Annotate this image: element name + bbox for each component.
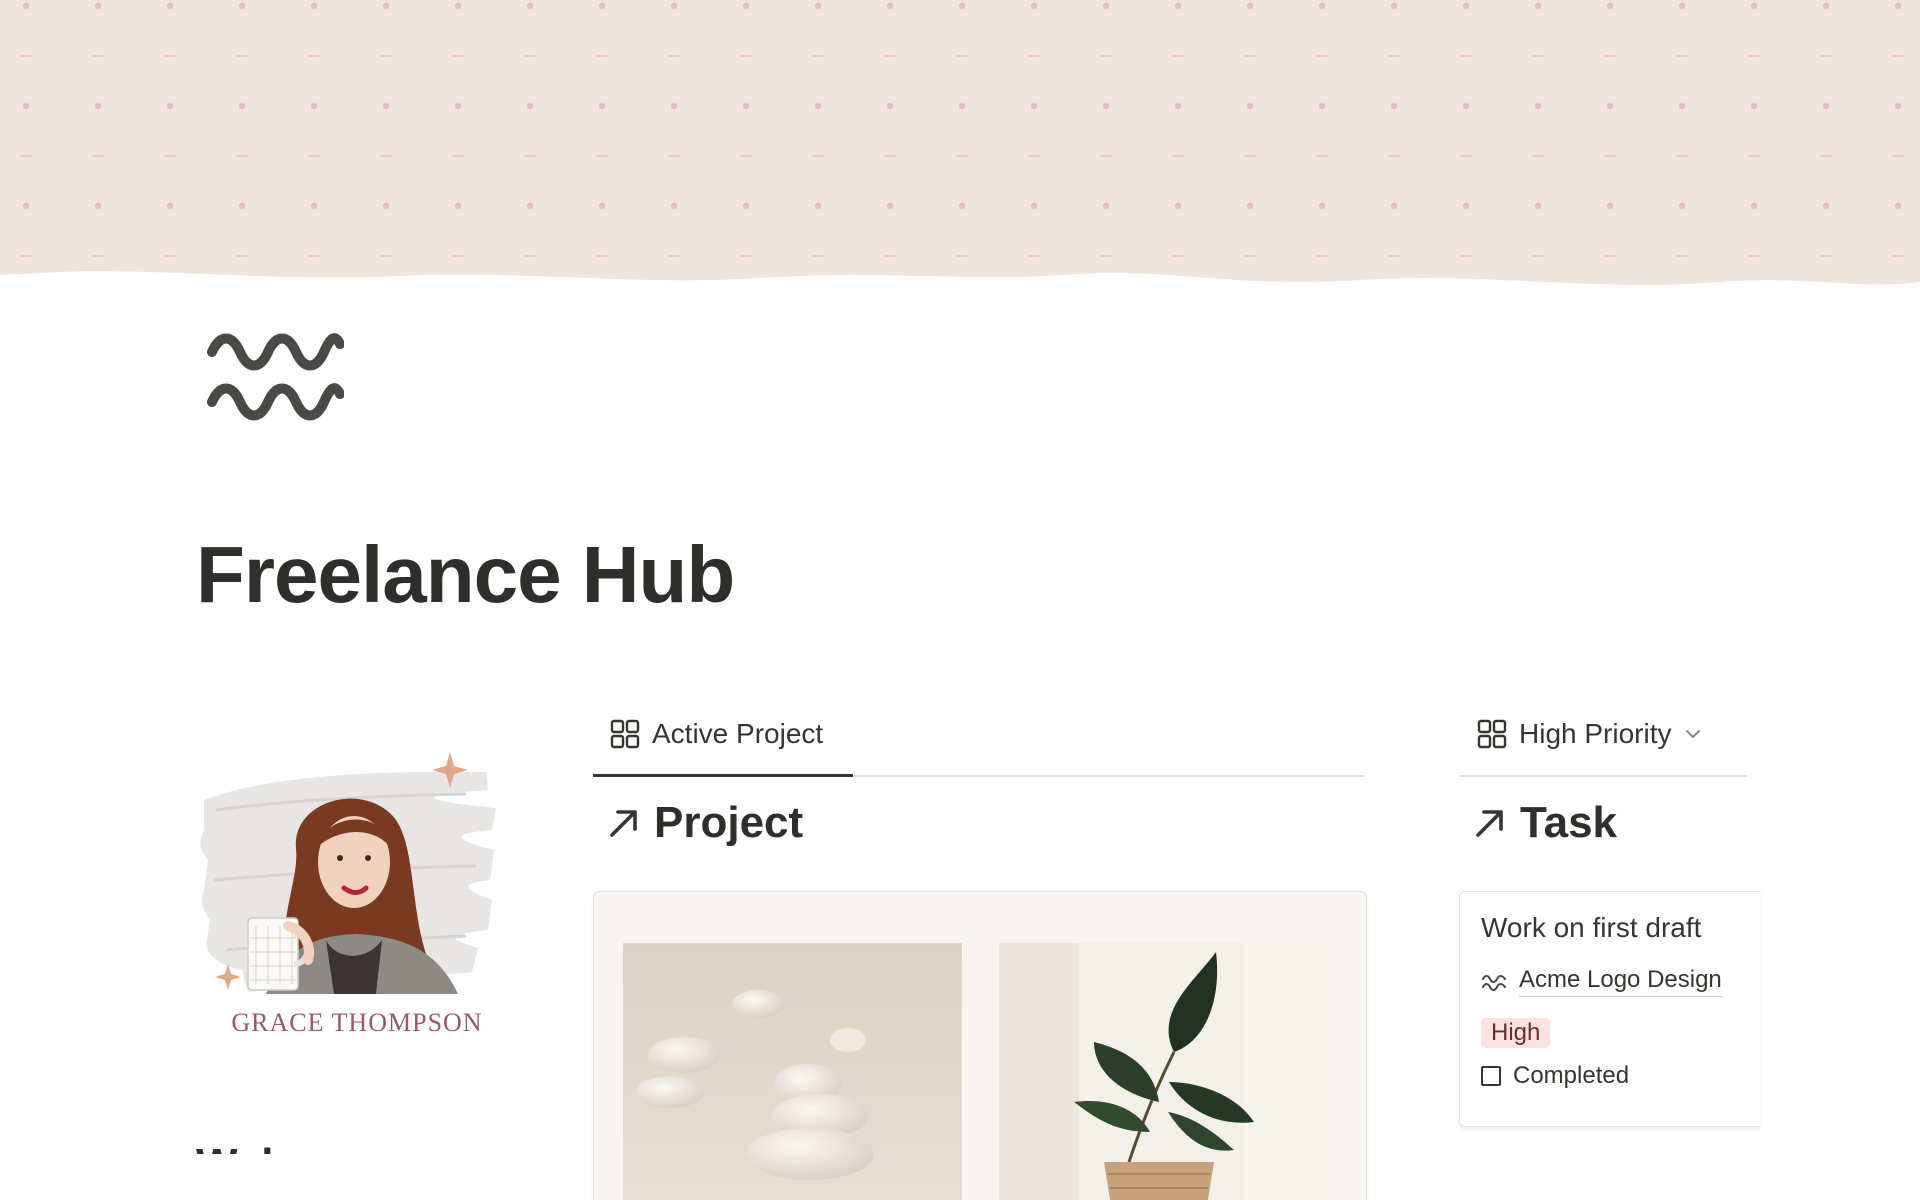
gallery-grid-icon — [1477, 719, 1507, 749]
double-wave-icon — [1482, 974, 1506, 991]
task-card[interactable]: Work on first draft Acme Logo Design Hig… — [1459, 891, 1760, 1127]
tab-label: High Priority — [1519, 718, 1672, 749]
tab-high-priority[interactable]: High Priority — [1477, 718, 1703, 750]
task-heading-label: Task — [1520, 798, 1618, 847]
project-heading[interactable]: Project — [606, 798, 803, 848]
gallery-grid-icon — [610, 719, 640, 749]
chevron-down-icon[interactable] — [1683, 724, 1703, 744]
project-cover-image — [623, 943, 1338, 1200]
arrow-up-right-icon — [1476, 810, 1503, 837]
completed-checkbox-row[interactable]: Completed — [1481, 1062, 1629, 1090]
tab-active-project[interactable]: Active Project — [610, 718, 823, 750]
tab-bar-divider — [1459, 775, 1747, 777]
profile-name: GRACE THOMPSON — [231, 1008, 483, 1037]
priority-tag: High — [1481, 1018, 1551, 1048]
profile-image: GRACE THOMPSON — [196, 750, 506, 1050]
arrow-up-right-icon — [610, 810, 637, 837]
active-tab-indicator — [593, 774, 853, 777]
task-project-relation[interactable]: Acme Logo Design — [1481, 966, 1722, 997]
page-cover[interactable] — [0, 0, 1920, 300]
task-heading[interactable]: Task — [1472, 798, 1617, 848]
completed-checkbox[interactable] — [1481, 1066, 1501, 1086]
double-wave-icon[interactable] — [206, 322, 345, 422]
welcome-heading-peek: Welcome — [196, 1140, 388, 1154]
completed-label: Completed — [1513, 1062, 1630, 1089]
task-title: Work on first draft — [1481, 912, 1702, 943]
notion-page: Freelance Hub GRACE THOMPSON Active Proj… — [0, 0, 1920, 1200]
project-heading-label: Project — [654, 798, 804, 847]
tab-label: Active Project — [652, 718, 824, 749]
project-gallery-card[interactable] — [593, 891, 1367, 1200]
page-title[interactable]: Freelance Hub — [196, 525, 735, 625]
relation-link[interactable]: Acme Logo Design — [1519, 966, 1722, 997]
